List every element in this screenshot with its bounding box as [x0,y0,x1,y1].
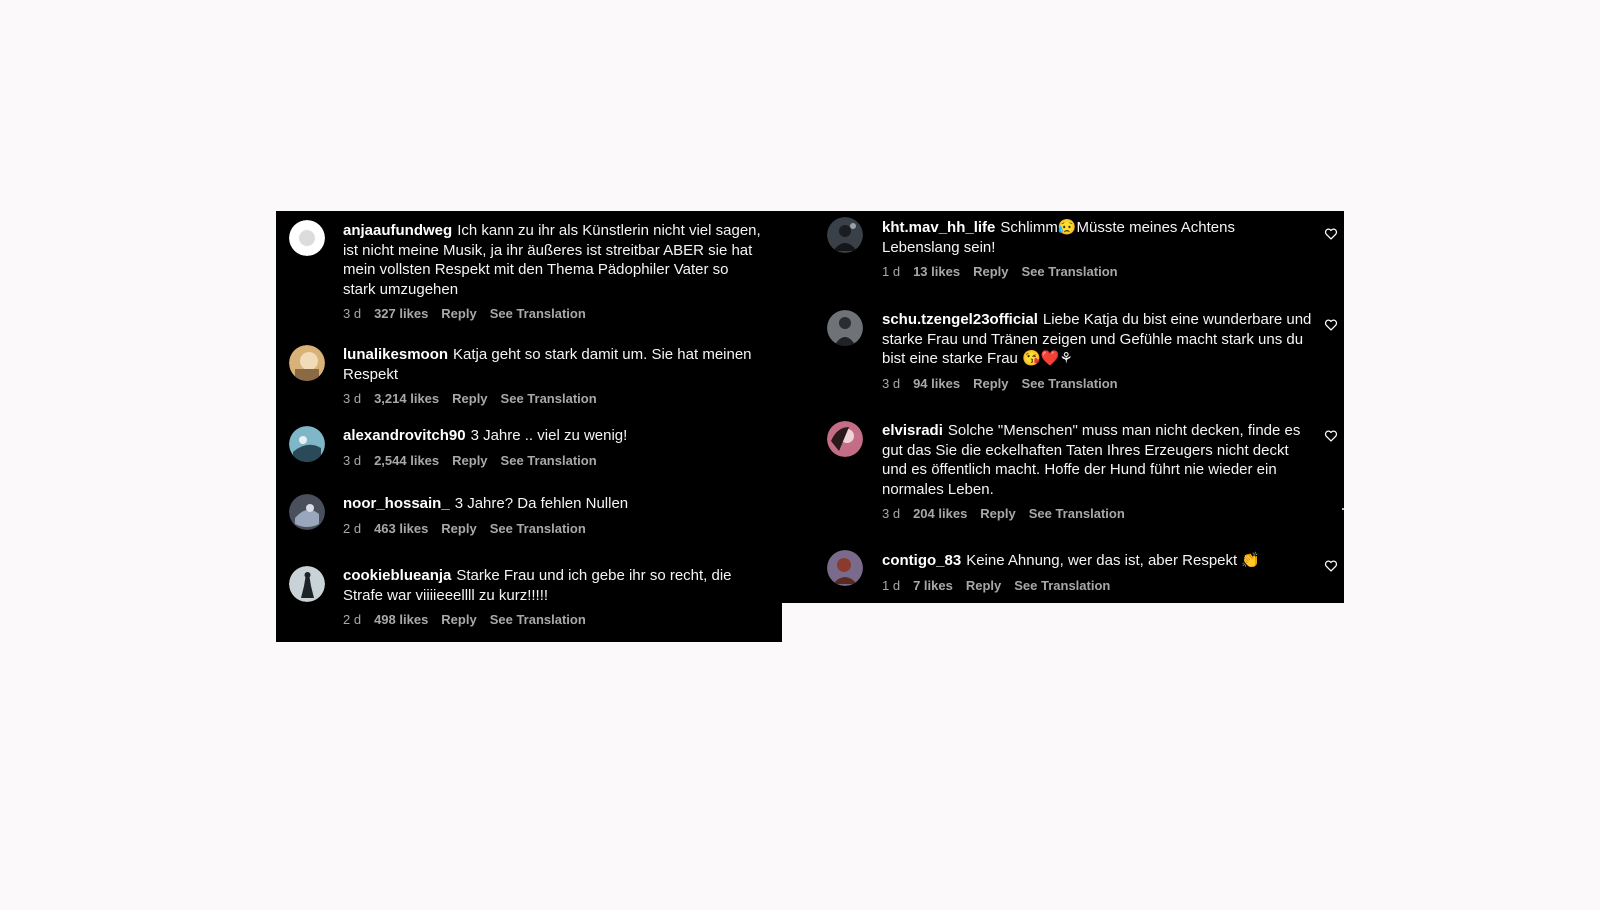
comment-time[interactable]: 3 d [882,376,900,392]
comment-text: schu.tzengel23official Liebe Katja du bis… [882,310,1312,369]
see-translation-button[interactable]: See Translation [1021,264,1117,280]
comment-username[interactable]: alexandrovitch90 [343,427,466,444]
comment-time[interactable]: 2 d [343,612,361,628]
see-translation-button[interactable]: See Translation [1021,376,1117,392]
comment-likes[interactable]: 327 likes [374,306,428,322]
avatar[interactable] [827,217,863,253]
comment-text: kht.mav_hh_life Schlimm😥Müsste meines Ach… [882,218,1312,257]
comment-username[interactable]: noor_hossain_ [343,495,450,512]
comment-likes[interactable]: 204 likes [913,506,967,522]
comment-username[interactable]: schu.tzengel23official [882,311,1038,328]
heart-outline-icon[interactable] [1324,227,1338,241]
comment-item: cookieblueanja Starke Frau und ich gebe i… [276,558,782,638]
comment-item: noor_hossain_ 3 Jahre? Da fehlen Nullen 2… [276,486,782,538]
comment-text: elvisradi Solche "Menschen" muss man nich… [882,421,1312,499]
avatar[interactable] [827,550,863,586]
comment-likes[interactable]: 463 likes [374,521,428,537]
comment-username[interactable]: kht.mav_hh_life [882,219,995,236]
see-translation-button[interactable]: See Translation [490,306,586,322]
reply-button[interactable]: Reply [452,391,487,407]
avatar[interactable] [289,494,325,530]
see-translation-button[interactable]: See Translation [490,612,586,628]
avatar[interactable] [289,345,325,381]
comment-body: Solche "Menschen" muss man nicht decken,… [882,422,1301,498]
comment-body: 3 Jahre .. viel zu wenig! [470,427,628,444]
comments-panel-right: kht.mav_hh_life Schlimm😥Müsste meines Ach… [782,211,1344,603]
comment-item: contigo_83 Keine Ahnung, wer das ist, abe… [782,545,1344,601]
comment-meta: 3 d 94 likes Reply See Translation [882,376,1312,392]
comment-time[interactable]: 3 d [343,391,361,407]
reply-button[interactable]: Reply [973,376,1008,392]
comment-text: lunalikesmoon Katja geht so stark damit u… [343,345,763,384]
comment-username[interactable]: lunalikesmoon [343,346,448,363]
scroll-indicator [1342,508,1344,510]
comment-item: alexandrovitch90 3 Jahre .. viel zu wenig… [276,417,782,469]
reply-button[interactable]: Reply [973,264,1008,280]
comment-likes[interactable]: 498 likes [374,612,428,628]
comment-text: anjaaufundweg Ich kann zu ihr als Künstle… [343,221,763,299]
reply-button[interactable]: Reply [980,506,1015,522]
reply-button[interactable]: Reply [441,612,476,628]
comment-item: elvisradi Solche "Menschen" muss man nich… [782,414,1344,534]
avatar[interactable] [827,421,863,457]
see-translation-button[interactable]: See Translation [501,391,597,407]
comment-text: alexandrovitch90 3 Jahre .. viel zu wenig… [343,426,763,446]
comment-time[interactable]: 1 d [882,578,900,594]
comment-text: contigo_83 Keine Ahnung, wer das ist, abe… [882,551,1312,571]
comment-time[interactable]: 3 d [343,453,361,469]
comment-username[interactable]: contigo_83 [882,552,961,569]
comment-time[interactable]: 3 d [882,506,900,522]
comment-body: 3 Jahre? Da fehlen Nullen [454,495,629,512]
comment-username[interactable]: elvisradi [882,422,943,439]
comment-item: schu.tzengel23official Liebe Katja du bis… [782,303,1344,407]
reply-button[interactable]: Reply [441,306,476,322]
reply-button[interactable]: Reply [452,453,487,469]
heart-outline-icon[interactable] [1324,429,1338,443]
comment-username[interactable]: cookieblueanja [343,567,451,584]
comment-meta: 3 d 327 likes Reply See Translation [343,306,763,322]
comment-item: lunalikesmoon Katja geht so stark damit u… [276,335,782,406]
avatar[interactable] [289,566,325,602]
see-translation-button[interactable]: See Translation [501,453,597,469]
comment-time[interactable]: 1 d [882,264,900,280]
comment-meta: 1 d 13 likes Reply See Translation [882,264,1312,280]
comment-time[interactable]: 3 d [343,306,361,322]
avatar[interactable] [827,310,863,346]
comment-body: Keine Ahnung, wer das ist, aber Respekt … [966,552,1261,569]
reply-button[interactable]: Reply [966,578,1001,594]
comment-likes[interactable]: 13 likes [913,264,960,280]
comment-meta: 2 d 463 likes Reply See Translation [343,521,763,537]
reply-button[interactable]: Reply [441,521,476,537]
comment-item: anjaaufundweg Ich kann zu ihr als Künstle… [276,211,782,327]
avatar[interactable] [289,426,325,462]
comment-likes[interactable]: 94 likes [913,376,960,392]
comment-item: kht.mav_hh_life Schlimm😥Müsste meines Ach… [782,211,1344,295]
comment-time[interactable]: 2 d [343,521,361,537]
see-translation-button[interactable]: See Translation [1029,506,1125,522]
comment-username[interactable]: anjaaufundweg [343,222,452,239]
see-translation-button[interactable]: See Translation [490,521,586,537]
comment-text: noor_hossain_ 3 Jahre? Da fehlen Nullen [343,494,763,514]
comments-panel-left: anjaaufundweg Ich kann zu ihr als Künstle… [276,211,782,642]
comment-likes[interactable]: 3,214 likes [374,391,439,407]
comment-meta: 2 d 498 likes Reply See Translation [343,612,763,628]
comment-likes[interactable]: 7 likes [913,578,953,594]
comment-text: cookieblueanja Starke Frau und ich gebe i… [343,566,763,605]
heart-outline-icon[interactable] [1324,318,1338,332]
heart-outline-icon[interactable] [1324,559,1338,573]
comment-meta: 3 d 204 likes Reply See Translation [882,506,1312,522]
comment-meta: 3 d 2,544 likes Reply See Translation [343,453,763,469]
comment-likes[interactable]: 2,544 likes [374,453,439,469]
avatar[interactable] [289,220,325,256]
comment-meta: 3 d 3,214 likes Reply See Translation [343,391,763,407]
see-translation-button[interactable]: See Translation [1014,578,1110,594]
comment-meta: 1 d 7 likes Reply See Translation [882,578,1312,594]
